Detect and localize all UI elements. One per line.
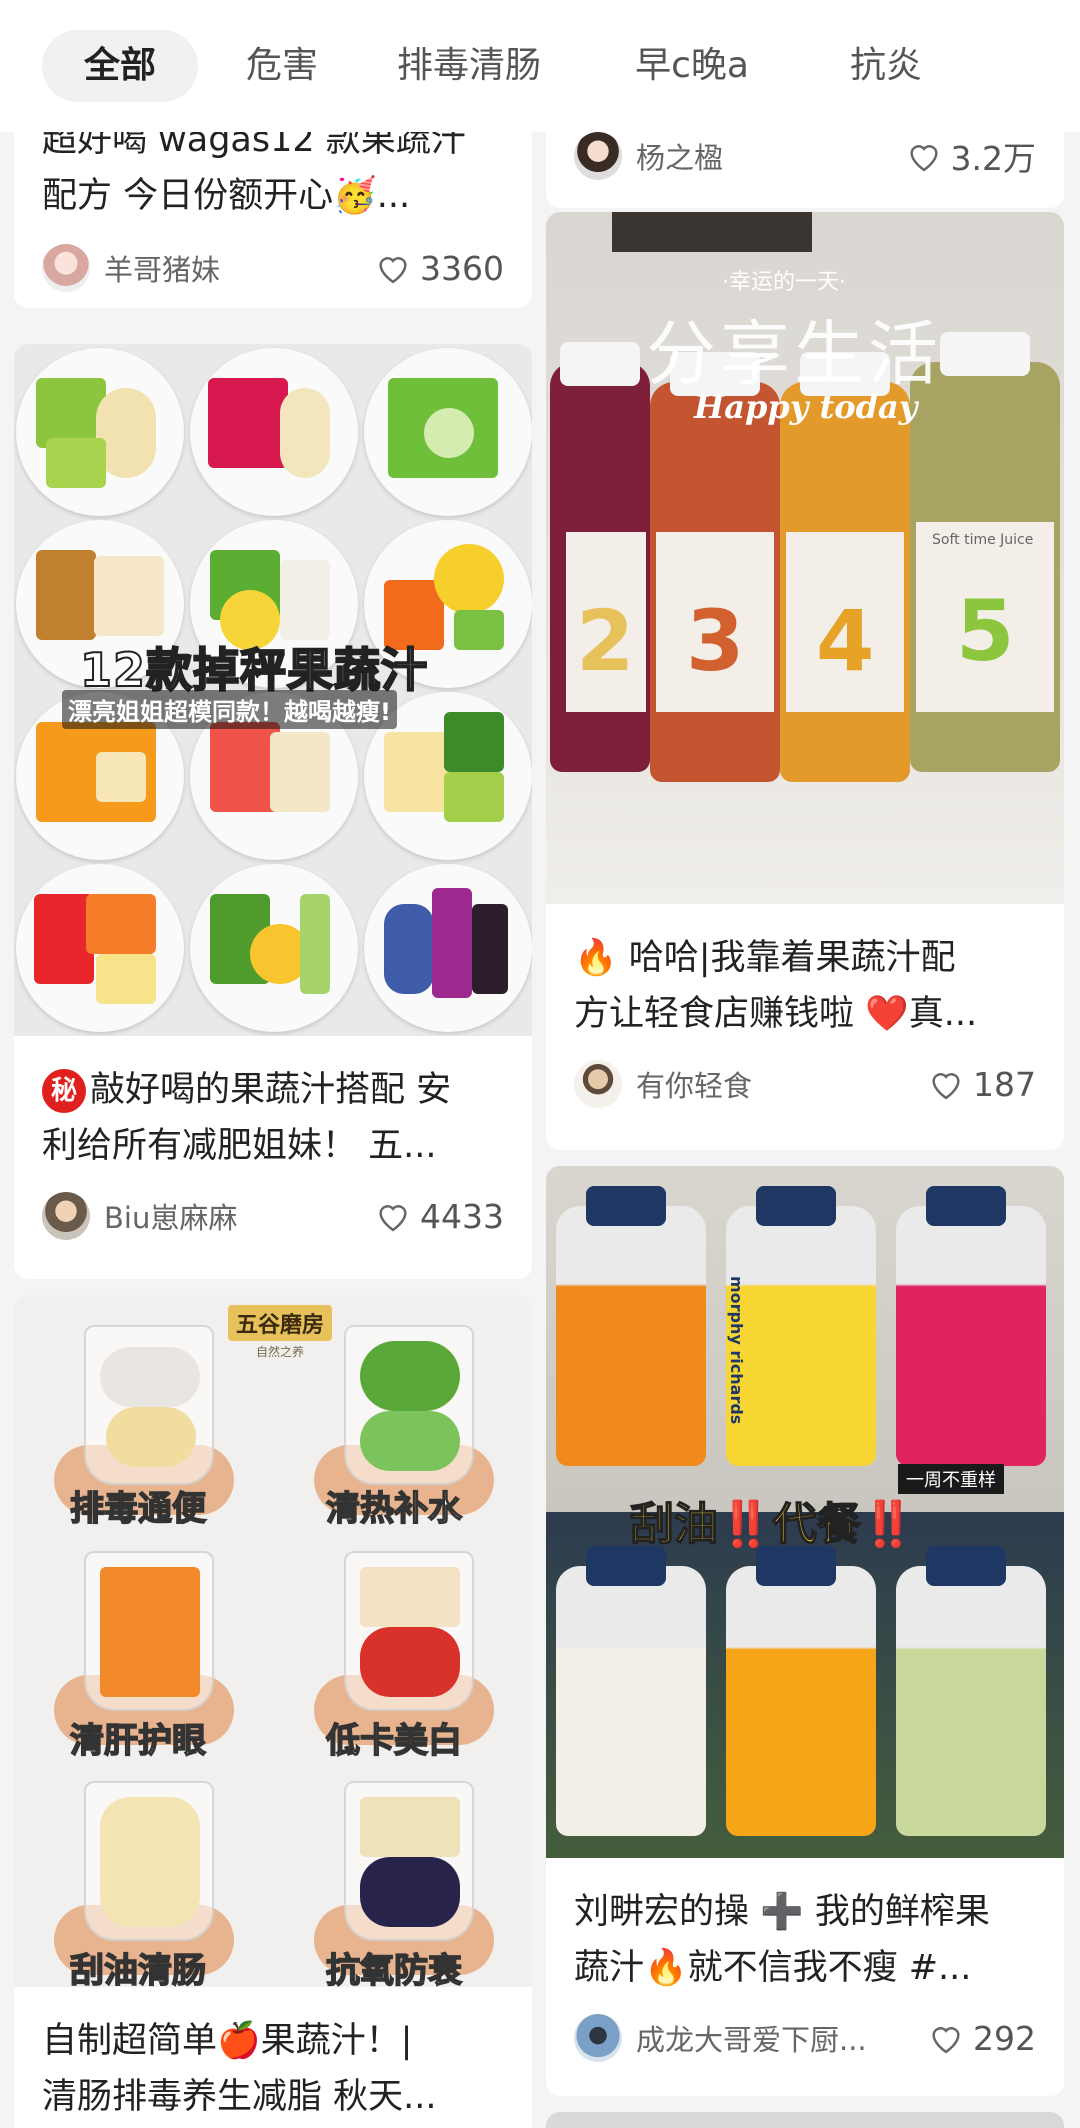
fruit-cup (84, 1325, 214, 1485)
fruit-bowl (16, 864, 184, 1032)
heart-icon (932, 1073, 960, 1100)
cover-script-text: Happy today (694, 388, 918, 426)
cover-main-text: 分享生活 (646, 313, 942, 395)
like-button[interactable]: 3360 (374, 249, 504, 288)
note-meta: 有你轻食 187 (546, 1054, 1064, 1114)
shaker-bottle (726, 1566, 876, 1836)
tab-anti-inflammation[interactable]: 抗炎 (826, 30, 946, 102)
note-card[interactable]: 2 3 4 5 Soft time Juice ·幸运的一天· 分享生活 Hap… (546, 212, 1064, 1150)
shaker-bottle (896, 1566, 1046, 1836)
cup-label: 清热补水 (325, 1488, 463, 1530)
tab-detox[interactable]: 排毒清肠 (366, 30, 572, 102)
like-button[interactable]: 292 (927, 2019, 1036, 2058)
like-count: 4433 (420, 1196, 504, 1236)
note-meta: 成龙大哥爱下厨... 292 (546, 2008, 1064, 2068)
avatar[interactable] (574, 132, 622, 180)
cup-label: 抗氧防衰 (325, 1950, 463, 1987)
like-button[interactable]: 3.2万 (905, 132, 1036, 180)
fruit-cup (84, 1781, 214, 1941)
heart-icon (932, 2027, 960, 2054)
bottle-cap (560, 342, 640, 386)
bottle-number: 4 (816, 592, 875, 690)
note-title: 秘敲好喝的果蔬汁搭配 安 利给所有减肥姐妹！ 五... (42, 1069, 452, 1166)
fruit-bowl (190, 348, 358, 516)
wall-frame (612, 212, 812, 252)
note-card[interactable]: morphy richards 一周不重样 刮油‼️代餐‼️ 刘畊宏的操 ➕ 我… (546, 1166, 1064, 2096)
bottle-brand-text: morphy richards (727, 1276, 746, 1425)
bottle-cap (926, 1186, 1006, 1226)
cup-label: 刮油清肠 (69, 1950, 207, 1987)
heart-icon (379, 1205, 407, 1232)
bottle-cap (756, 1186, 836, 1226)
heart-icon (909, 145, 938, 172)
fruit-cup (344, 1325, 474, 1485)
bottle-cap (586, 1186, 666, 1226)
note-title: 刘畊宏的操 ➕ 我的鲜榨果 蔬汁🔥就不信我不瘦 #... (574, 1892, 990, 1988)
author-name[interactable]: 成龙大哥爱下厨... (636, 2017, 927, 2059)
note-cover-image[interactable]: 五谷磨房 自然之养 排毒通便 清热补水 清肝护眼 低卡美白 刮油清肠 抗氧防衰 (14, 1295, 532, 1987)
bottle-cap (586, 1546, 666, 1586)
note-meta: 杨之楹 3.2万 (546, 126, 1064, 186)
tab-harm[interactable]: 危害 (204, 30, 360, 102)
cover-top-text: ·幸运的一天· (722, 270, 846, 295)
heart-icon (379, 257, 407, 284)
avatar[interactable] (42, 244, 90, 292)
avatar[interactable] (574, 2014, 622, 2062)
fruit-bowl (364, 348, 532, 516)
fruit-bowl (16, 348, 184, 516)
bottle-number: 5 (956, 582, 1015, 680)
author-name[interactable]: 有你轻食 (636, 1063, 927, 1105)
like-count: 187 (973, 1064, 1036, 1104)
category-tab-bar: 全部 危害 排毒清肠 早c晚a 抗炎 (0, 0, 1080, 132)
bottle-brand-text: Soft time Juice (932, 532, 1034, 548)
cup-label: 低卡美白 (325, 1720, 463, 1762)
brand-logo: 五谷磨房 自然之养 (228, 1305, 333, 1360)
like-button[interactable]: 187 (927, 1065, 1036, 1104)
fruit-bowl (190, 864, 358, 1032)
shaker-bottle (556, 1206, 706, 1466)
note-title: 🔥 哈哈|我靠着果蔬汁配 方让轻食店赚钱啦 ❤️真... (574, 938, 978, 1034)
avatar[interactable] (574, 1060, 622, 1108)
fruit-cup (344, 1551, 474, 1711)
note-card[interactable]: 超好喝 wagas12 款果蔬汁 配方 今日份额开心🥳... 羊哥猪妹 3360 (14, 112, 532, 308)
cover-sub-text: 漂亮姐姐超模同款！越喝越瘦! (62, 690, 397, 729)
secret-badge-icon: 秘 (42, 1069, 86, 1113)
cup-label: 排毒通便 (69, 1488, 207, 1530)
fruit-bowl (364, 864, 532, 1032)
like-count: 292 (973, 2018, 1036, 2058)
bottle-cap (756, 1546, 836, 1586)
cup-label: 清肝护眼 (69, 1720, 207, 1762)
author-name[interactable]: 羊哥猪妹 (104, 247, 374, 289)
note-card[interactable]: 12款掉秤果蔬汁 漂亮姐姐超模同款！越喝越瘦! 秘敲好喝的果蔬汁搭配 安 利给所… (14, 344, 532, 1279)
note-cover-image[interactable]: morphy richards 一周不重样 刮油‼️代餐‼️ (546, 1166, 1064, 1858)
author-name[interactable]: Biu崽麻麻 (104, 1195, 374, 1237)
bottle-number: 3 (686, 592, 745, 690)
bottle-cap (926, 1546, 1006, 1586)
fruit-cup (344, 1781, 474, 1941)
like-count: 3.2万 (950, 139, 1036, 178)
like-count: 3360 (420, 248, 504, 288)
avatar[interactable] (42, 1192, 90, 1240)
like-button[interactable]: 4433 (374, 1197, 504, 1236)
fruit-cup (84, 1551, 214, 1711)
note-meta: Biu崽麻麻 4433 (14, 1186, 532, 1246)
note-card[interactable]: 五谷磨房 自然之养 排毒通便 清热补水 清肝护眼 低卡美白 刮油清肠 抗氧防衰 (14, 1295, 532, 2128)
tab-morning-c-night-a[interactable]: 早c晚a (592, 30, 792, 102)
tab-all[interactable]: 全部 (42, 30, 198, 102)
bottle-number: 2 (576, 592, 635, 690)
shaker-bottle (556, 1566, 706, 1836)
note-card[interactable] (546, 2112, 1064, 2128)
bottle-cap (940, 332, 1030, 376)
note-cover-image[interactable]: 2 3 4 5 Soft time Juice ·幸运的一天· 分享生活 Hap… (546, 212, 1064, 904)
shaker-bottle (896, 1206, 1046, 1466)
note-meta: 羊哥猪妹 3360 (14, 238, 532, 298)
shaker-bottle (726, 1206, 876, 1466)
note-cover-image[interactable]: 12款掉秤果蔬汁 漂亮姐姐超模同款！越喝越瘦! (14, 344, 532, 1036)
cover-main-text: 刮油‼️代餐‼️ (629, 1498, 916, 1551)
author-name[interactable]: 杨之楹 (636, 135, 905, 177)
note-title: 自制超简单🍎果蔬汁！| 清肠排毒养生减脂 秋天... (42, 2021, 437, 2117)
